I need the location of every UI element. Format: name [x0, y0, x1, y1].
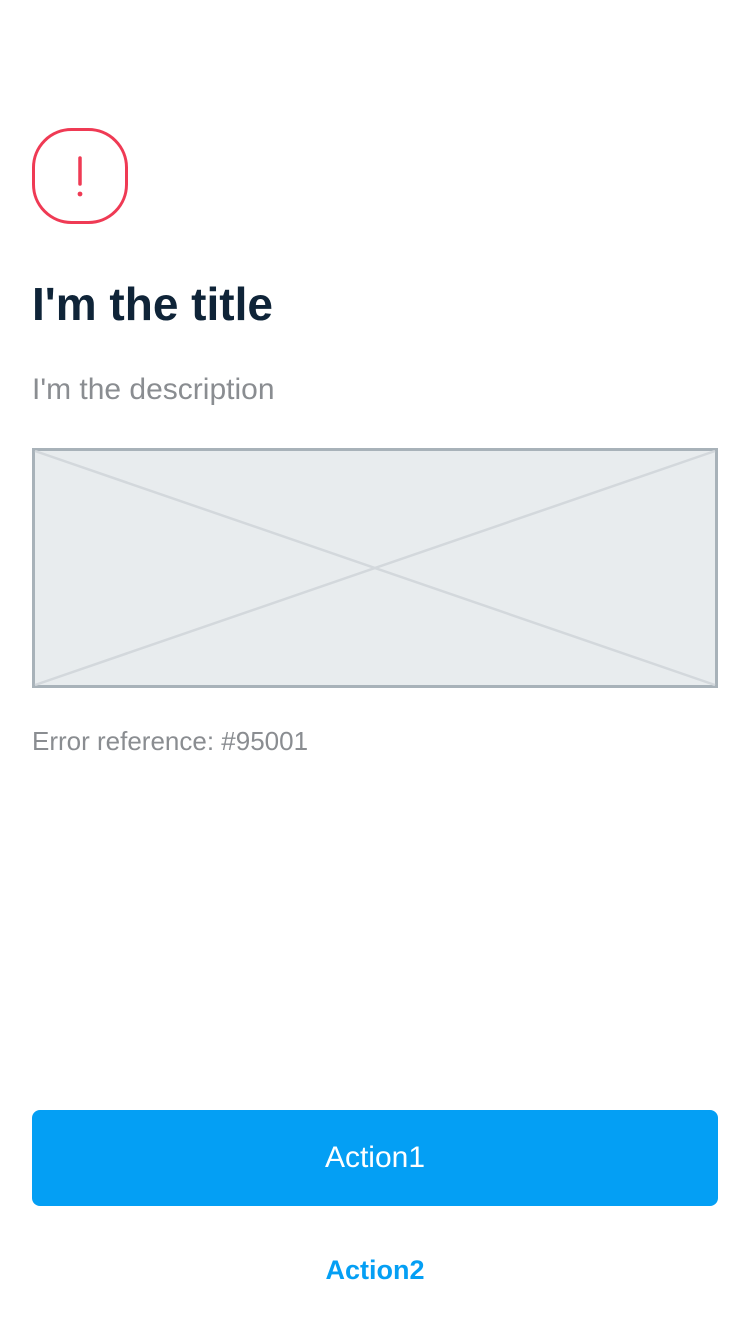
alert-exclamation-icon [32, 128, 128, 224]
page-description: I'm the description [32, 373, 275, 406]
action2-button[interactable]: Action2 [275, 1246, 475, 1294]
page-title: I'm the title [32, 278, 273, 330]
error-reference: Error reference: #95001 [32, 726, 309, 756]
image-placeholder-icon [32, 448, 718, 688]
action1-button[interactable]: Action1 [32, 1110, 718, 1206]
